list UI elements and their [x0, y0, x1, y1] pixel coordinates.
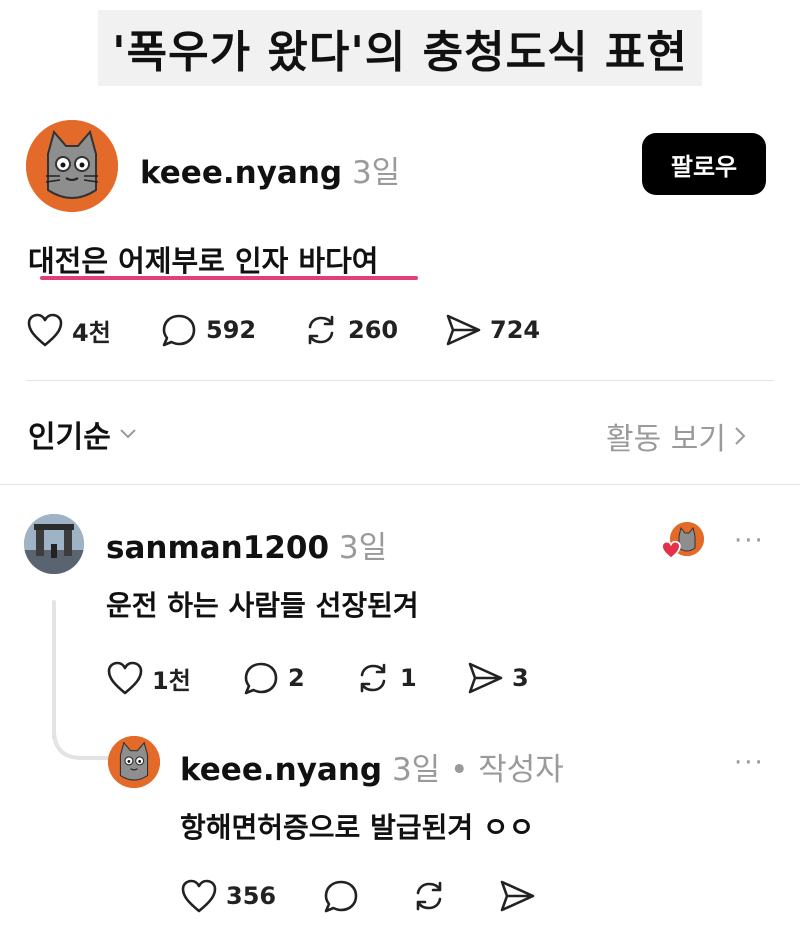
share-button[interactable]: 724: [444, 312, 540, 348]
heart-icon: [107, 661, 143, 695]
comment-author: sanman1200 3일: [106, 522, 387, 567]
comment-button[interactable]: [322, 878, 360, 914]
share-icon: [468, 662, 503, 694]
more-options-button[interactable]: ···: [734, 748, 765, 778]
repost-icon: [416, 881, 442, 911]
view-activity-link[interactable]: 활동 보기: [606, 414, 746, 458]
like-count: 4천: [72, 318, 111, 347]
share-count: 3: [512, 664, 529, 692]
timestamp: 3일: [391, 752, 441, 788]
chevron-down-icon: [120, 429, 136, 439]
like-count: 1천: [152, 666, 191, 695]
timestamp: 3일: [338, 530, 388, 566]
repost-button[interactable]: 260: [302, 312, 398, 348]
heart-icon: [661, 540, 681, 560]
like-button[interactable]: 356: [180, 878, 276, 914]
share-count: 724: [490, 316, 541, 344]
repost-button[interactable]: [410, 878, 448, 914]
divider: [0, 484, 800, 485]
username[interactable]: keee.nyang: [140, 155, 342, 191]
share-icon: [446, 314, 481, 346]
post-text: 대전은 어제부로 인자 바다여: [28, 244, 379, 278]
more-options-button[interactable]: ···: [734, 526, 765, 556]
reply-text: 항해면허증으로 발급된겨 ㅇㅇ: [180, 811, 535, 844]
avatar[interactable]: [26, 120, 118, 212]
comment-icon: [324, 880, 358, 913]
like-count: 356: [226, 882, 277, 910]
repost-count: 260: [348, 316, 399, 344]
repost-button[interactable]: 1: [354, 660, 417, 696]
comment-count: 592: [206, 316, 257, 344]
comment-button[interactable]: 2: [242, 660, 305, 696]
page-title-area: '폭우가 왔다'의 충청도식 표현: [0, 0, 800, 96]
repost-icon: [360, 663, 386, 693]
activity-label: 활동 보기: [606, 422, 726, 457]
comment-button[interactable]: 592: [160, 312, 256, 348]
sort-label: 인기순: [28, 420, 111, 455]
reply-author: keee.nyang 3일 • 작성자: [180, 744, 564, 789]
avatar[interactable]: [108, 736, 160, 788]
chevron-right-icon: [735, 427, 746, 445]
comment-icon: [162, 314, 196, 347]
highlight-underline: [40, 276, 418, 280]
comment-text: 운전 하는 사람들 선장된겨: [106, 589, 419, 622]
username[interactable]: sanman1200: [106, 530, 329, 566]
heart-icon: [181, 879, 217, 913]
timestamp: 3일: [351, 155, 401, 191]
share-icon: [500, 880, 535, 912]
repost-icon: [308, 315, 334, 345]
author-tag: • 작성자: [450, 752, 564, 788]
like-button[interactable]: 4천: [26, 312, 111, 348]
share-button[interactable]: [498, 878, 536, 914]
comment-icon: [244, 662, 278, 695]
share-button[interactable]: 3: [466, 660, 529, 696]
thread-connector: [52, 730, 110, 760]
avatar[interactable]: [24, 514, 84, 574]
sort-dropdown[interactable]: 인기순: [28, 412, 137, 456]
heart-icon: [27, 313, 63, 347]
post-author: keee.nyang 3일: [140, 147, 400, 192]
thread-line: [52, 600, 56, 740]
page-title: '폭우가 왔다'의 충청도식 표현: [98, 10, 702, 86]
comment-count: 2: [288, 664, 305, 692]
username[interactable]: keee.nyang: [180, 752, 382, 788]
follow-button[interactable]: 팔로우: [642, 133, 766, 195]
like-button[interactable]: 1천: [106, 660, 191, 696]
repost-count: 1: [400, 664, 417, 692]
divider: [26, 380, 774, 381]
